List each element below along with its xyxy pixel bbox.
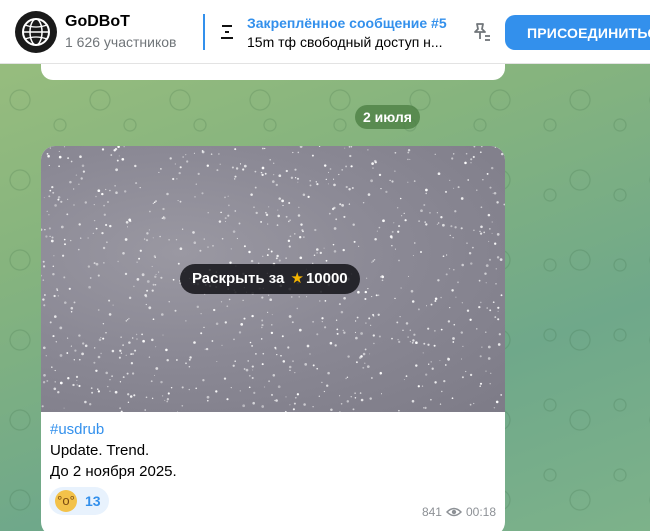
message-meta: 841 00:18 — [422, 505, 496, 519]
pinned-text: 15m тф свободный доступ н... — [247, 33, 443, 50]
pinned-thumbnail — [213, 14, 241, 50]
eye-icon — [445, 507, 462, 517]
star-icon: ★ — [286, 270, 304, 287]
hashtag-link[interactable]: #usdrub — [50, 419, 496, 440]
globe-logo-icon — [22, 17, 50, 46]
message-text: #usdrub Update. Trend. До 2 ноября 2025. — [41, 412, 505, 482]
join-button[interactable]: ПРИСОЕДИНИТЬСЯ — [505, 15, 650, 50]
reveal-label: Раскрыть за — [192, 270, 285, 287]
channel-title: GoDBoT — [65, 13, 130, 30]
reaction-count: 13 — [85, 493, 101, 509]
message-line-1: Update. Trend. — [50, 442, 150, 459]
channel-avatar[interactable] — [15, 10, 57, 53]
chat-header: GoDBoT 1 626 участников Закреплённое соо… — [0, 0, 650, 64]
message-bubble[interactable]: Раскрыть за ★ 10000 #usdrub Update. Tren… — [41, 146, 505, 531]
message-time: 00:18 — [465, 505, 496, 519]
reaction-chip[interactable]: °o° 13 — [49, 487, 109, 515]
message-line-2: До 2 ноября 2025. — [50, 463, 177, 480]
view-count: 841 — [421, 505, 442, 519]
pinned-message-bar[interactable]: Закреплённое сообщение #50 15m тф свобод… — [203, 14, 447, 50]
channel-subscribers: 1 626 участников — [65, 34, 177, 50]
pinned-title: Закреплённое сообщение #50 — [247, 14, 447, 31]
date-separator: 2 июля — [355, 105, 420, 129]
pinned-list-icon[interactable] — [468, 20, 492, 49]
channel-info[interactable]: GoDBoT 1 626 участников — [65, 13, 200, 50]
shocked-face-emoji-icon: °o° — [55, 490, 77, 512]
reveal-paid-media-button[interactable]: Раскрыть за ★ 10000 — [180, 264, 360, 294]
reveal-price: 10000 — [305, 270, 348, 287]
paid-media-preview[interactable]: Раскрыть за ★ 10000 — [41, 146, 505, 412]
